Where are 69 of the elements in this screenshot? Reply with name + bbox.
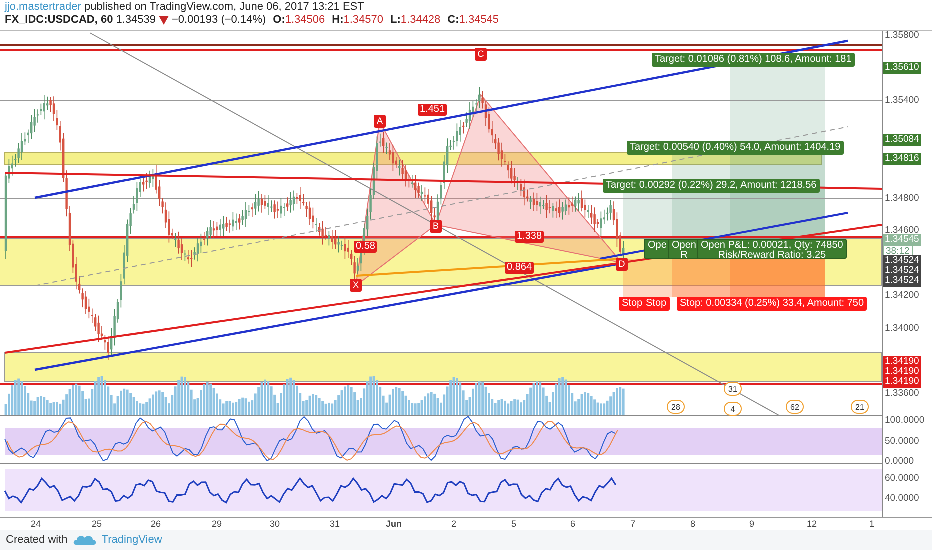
price-label: 1.34524 <box>883 275 922 287</box>
publish-info: published on TradingView.com, June 06, 2017 13:21 EST <box>84 1 364 13</box>
date-label: 2 <box>452 518 456 530</box>
stochastic-axis-label: 100.0000 <box>884 415 926 427</box>
date-label: 1 <box>870 518 874 530</box>
price-label: 1.34800 <box>884 193 920 205</box>
event-flag[interactable]: 62 <box>786 400 804 414</box>
price-label: 1.34190 <box>883 376 922 388</box>
open-pnl-label: Open P&L: 0.00021, Qty: 74850 Risk/Reward Ratio: 3.25 <box>697 239 848 259</box>
price-label: 1.34816 <box>883 153 922 165</box>
date-label: 30 <box>270 518 280 530</box>
price-label: 1.34545 <box>883 234 922 246</box>
stop-label: Stop: 0.00334 (0.25%) 33.4, Amount: 750 <box>677 297 868 311</box>
ohlc-label: L: <box>390 14 401 27</box>
date-label: 6 <box>570 518 576 530</box>
date-label: 26 <box>151 518 161 530</box>
date-label: 29 <box>212 518 222 530</box>
stochastic-axis-label: 50.0000 <box>884 436 920 448</box>
price-label: 1.34200 <box>884 290 920 302</box>
date-label: Jun <box>386 518 402 530</box>
price-label: 1.33600 <box>884 388 920 400</box>
ratio-label: 0.864 <box>505 262 534 274</box>
ohlc-label: H: <box>332 14 344 27</box>
ratio-label: 0.58 <box>354 241 378 253</box>
date-label: 7 <box>630 518 636 530</box>
pattern-point-label: D <box>616 258 628 271</box>
open-pnl-label: Ope <box>644 239 671 259</box>
ratio-label: 1.338 <box>515 231 544 243</box>
pattern-point-label: X <box>350 279 362 292</box>
price-label: 1.34000 <box>884 323 920 335</box>
ohlc-label: C: <box>448 14 460 27</box>
event-flag[interactable]: 4 <box>724 402 742 416</box>
ohlc-value: 1.34506 <box>285 14 326 27</box>
date-label: 12 <box>807 518 817 530</box>
pattern-point-label: A <box>374 115 386 128</box>
target-label: Target: 0.00540 (0.40%) 54.0, Amount: 1404.19 <box>627 141 844 155</box>
date-label: 24 <box>31 518 41 530</box>
price-label: 1.35610 <box>883 62 922 74</box>
date-label: 5 <box>512 518 516 530</box>
pattern-point-label: C <box>475 48 487 61</box>
stop-label: Stop <box>643 297 670 311</box>
stochastic-axis-label: 0.0000 <box>884 456 916 468</box>
target-label: Target: 0.01086 (0.81%) 108.6, Amount: 181 <box>652 53 855 67</box>
last-price: 1.34539 <box>116 14 156 27</box>
ohlc-label: O: <box>273 14 286 27</box>
open-pnl-label: Open R <box>668 239 700 259</box>
rsi-axis-label: 40.0000 <box>884 493 920 505</box>
created-with-label: Created with <box>6 534 68 546</box>
price-label: 1.35800 <box>884 30 920 42</box>
ohlc-value: 1.34570 <box>344 14 384 27</box>
event-flag[interactable]: 31 <box>724 382 742 396</box>
date-label: 31 <box>330 518 340 530</box>
ohlc-value: 1.34428 <box>400 14 441 27</box>
price-label: 1.34600 <box>884 225 920 236</box>
date-label: 8 <box>690 518 696 530</box>
event-flag[interactable]: 21 <box>851 400 869 414</box>
date-label: 25 <box>92 518 102 530</box>
target-label: Target: 0.00292 (0.22%) 29.2, Amount: 1218.56 <box>603 179 820 193</box>
price-label: 1.35400 <box>884 95 920 107</box>
ohlc-value: 1.34545 <box>459 14 500 27</box>
stop-label: Stop <box>619 297 646 311</box>
rsi-axis-label: 60.0000 <box>884 473 920 485</box>
symbol-label: FX_IDC:USDCAD, 60 <box>5 14 114 27</box>
price-change: −0.00193 (−0.14%) <box>172 14 266 27</box>
date-label: 9 <box>750 518 754 530</box>
price-label: 1.35084 <box>883 134 922 146</box>
ratio-label: 1.451 <box>418 104 448 116</box>
event-flag[interactable]: 28 <box>667 400 685 414</box>
pattern-point-label: B <box>430 220 442 233</box>
